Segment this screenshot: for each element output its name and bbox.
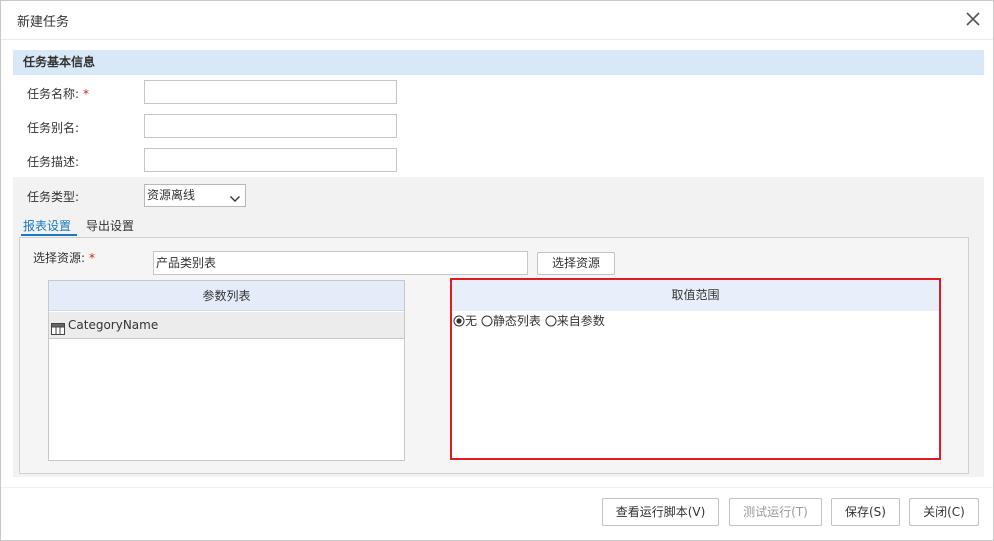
section-header-basic-info: 任务基本信息 xyxy=(13,50,984,75)
footer-divider xyxy=(1,487,993,488)
range-option-static-list[interactable]: 静态列表 xyxy=(481,312,541,329)
close-button[interactable]: 关闭(C) xyxy=(909,498,979,526)
tab-export-settings[interactable]: 导出设置 xyxy=(86,217,134,234)
task-alias-label: 任务别名: xyxy=(27,121,80,135)
radio-unselected-icon xyxy=(481,315,493,327)
required-mark: * xyxy=(89,251,96,265)
parameter-icon xyxy=(51,319,66,346)
parameter-list-panel: 参数列表 CategoryName xyxy=(48,280,405,461)
value-range-header: 取值范围 xyxy=(452,280,939,311)
select-resource-label: 选择资源: * xyxy=(33,251,96,265)
title-divider xyxy=(1,39,993,40)
selected-resource-field[interactable]: 产品类别表 xyxy=(153,251,528,275)
parameter-list-header: 参数列表 xyxy=(49,281,404,311)
parameter-name: CategoryName xyxy=(68,318,159,332)
chevron-down-icon xyxy=(229,190,241,211)
task-desc-label: 任务描述: xyxy=(27,155,80,169)
select-resource-button[interactable]: 选择资源 xyxy=(537,252,615,275)
task-desc-input[interactable] xyxy=(144,148,397,172)
tab-report-settings[interactable]: 报表设置 xyxy=(23,217,71,234)
value-range-panel: 取值范围 无 静态列表 来自参数 xyxy=(450,278,941,460)
test-run-button[interactable]: 测试运行(T) xyxy=(729,498,822,526)
radio-unselected-icon xyxy=(545,315,557,327)
view-script-button[interactable]: 查看运行脚本(V) xyxy=(602,498,719,526)
task-type-label: 任务类型: xyxy=(27,190,80,204)
task-name-input[interactable] xyxy=(144,80,397,104)
required-mark: * xyxy=(83,87,90,101)
radio-selected-icon xyxy=(453,315,465,327)
task-type-select[interactable]: 资源离线 xyxy=(144,184,246,207)
save-button[interactable]: 保存(S) xyxy=(831,498,900,526)
active-tab-indicator xyxy=(21,234,77,236)
task-alias-input[interactable] xyxy=(144,114,397,138)
new-task-dialog: 新建任务 任务基本信息 任务名称: * 任务别名: 任务描述: 任务类型: 资源离… xyxy=(0,0,994,541)
range-option-none[interactable]: 无 xyxy=(453,312,477,329)
close-icon[interactable] xyxy=(963,9,983,29)
dialog-title: 新建任务 xyxy=(17,15,70,30)
task-type-value: 资源离线 xyxy=(147,188,196,202)
value-range-options: 无 静态列表 来自参数 xyxy=(453,312,605,329)
parameter-row[interactable]: CategoryName xyxy=(49,312,404,339)
task-name-label: 任务名称: * xyxy=(27,87,90,101)
range-option-from-parameter[interactable]: 来自参数 xyxy=(545,312,605,329)
